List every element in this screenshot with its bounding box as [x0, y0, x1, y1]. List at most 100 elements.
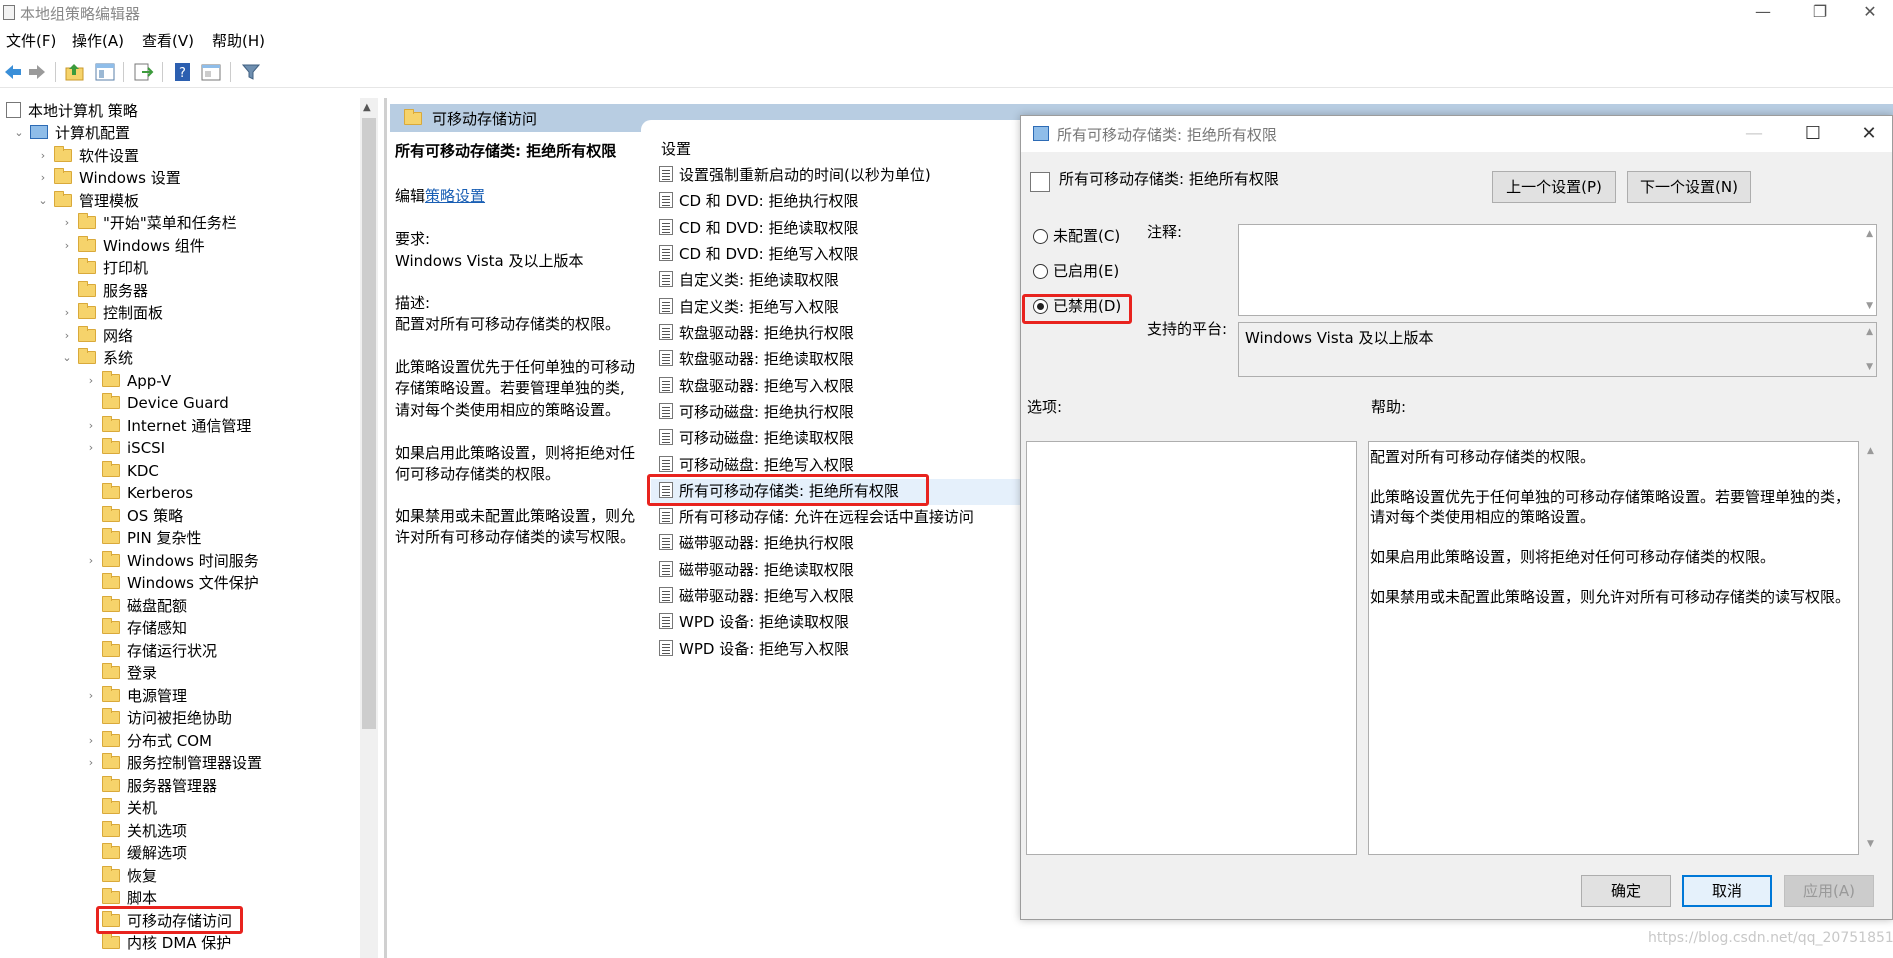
tree-item[interactable]: 存储运行状况 [102, 640, 217, 662]
tree-item[interactable]: › 控制面板 [65, 302, 163, 324]
setting-row[interactable]: 所有可移动存储: 允许在远程会话中直接访问 [659, 506, 974, 528]
setting-row[interactable]: 磁带驱动器: 拒绝读取权限 [659, 559, 854, 581]
tree-item[interactable]: 关机选项 [102, 820, 187, 842]
scroll-down-icon[interactable]: ▼ [1866, 362, 1873, 372]
menu-view[interactable]: 查看(V) [142, 30, 194, 51]
tree-item[interactable]: Device Guard [102, 392, 229, 414]
menu-action[interactable]: 操作(A) [72, 30, 124, 51]
tree-item[interactable]: Windows 文件保护 [102, 572, 259, 594]
setting-row[interactable]: CD 和 DVD: 拒绝读取权限 [659, 217, 858, 239]
tree-item[interactable]: › Windows 组件 [65, 235, 205, 257]
tree-scrollbar[interactable]: ▲ [360, 98, 378, 958]
back-arrow-icon[interactable] [2, 61, 24, 83]
menu-help[interactable]: 帮助(H) [212, 30, 265, 51]
tree-item[interactable]: OS 策略 [102, 505, 183, 527]
help-icon[interactable]: ? [172, 61, 194, 83]
tree-item[interactable]: › 电源管理 [89, 685, 187, 707]
scroll-up-icon[interactable]: ▲ [1866, 229, 1873, 239]
chevron-right-icon[interactable]: › [85, 685, 97, 707]
up-folder-icon[interactable] [64, 61, 86, 83]
chevron-right-icon[interactable]: › [37, 145, 49, 167]
help-scroll-down-icon[interactable]: ▼ [1867, 839, 1874, 849]
next-setting-button[interactable]: 下一个设置(N) [1627, 171, 1751, 203]
tree-item-local-computer-policy[interactable]: 本地计算机 策略 [6, 100, 138, 122]
tree-item[interactable]: › 网络 [65, 325, 133, 347]
tree-item[interactable]: › Windows 设置 [41, 167, 181, 189]
setting-row[interactable]: 设置强制重新启动的时间(以秒为单位) [659, 164, 931, 186]
chevron-right-icon[interactable]: › [85, 437, 97, 459]
dialog-minimize-button[interactable]: — [1739, 122, 1769, 146]
setting-row[interactable]: WPD 设备: 拒绝写入权限 [659, 638, 849, 660]
tree-item[interactable]: › 软件设置 [41, 145, 139, 167]
export-list-icon[interactable] [132, 61, 154, 83]
pane-divider[interactable] [384, 98, 387, 958]
tree-item[interactable]: ⌄ 系统 [62, 347, 133, 369]
tree-item[interactable]: 打印机 [78, 257, 148, 279]
forward-arrow-icon[interactable] [26, 61, 48, 83]
tree-item[interactable]: 磁盘配额 [102, 595, 187, 617]
show-hide-tree-icon[interactable] [94, 61, 116, 83]
setting-row[interactable]: 磁带驱动器: 拒绝执行权限 [659, 532, 854, 554]
setting-row[interactable]: CD 和 DVD: 拒绝执行权限 [659, 190, 858, 212]
setting-row[interactable]: 磁带驱动器: 拒绝写入权限 [659, 585, 854, 607]
setting-row[interactable]: 可移动磁盘: 拒绝读取权限 [659, 427, 854, 449]
tree-item[interactable]: › 分布式 COM [89, 730, 212, 752]
chevron-down-icon[interactable]: ⌄ [37, 190, 49, 212]
scrollbar-thumb[interactable] [362, 118, 376, 729]
chevron-down-icon[interactable]: ⌄ [61, 347, 73, 369]
tree-item[interactable]: PIN 复杂性 [102, 527, 201, 549]
chevron-right-icon[interactable]: › [85, 752, 97, 774]
close-button[interactable]: ✕ [1847, 0, 1893, 26]
tree-item[interactable]: 缓解选项 [102, 842, 187, 864]
chevron-right-icon[interactable]: › [61, 302, 73, 324]
tree-item[interactable]: 服务器管理器 [102, 775, 217, 797]
tree-item[interactable]: 服务器 [78, 280, 148, 302]
tree-item[interactable]: › 服务控制管理器设置 [89, 752, 262, 774]
setting-row[interactable]: CD 和 DVD: 拒绝写入权限 [659, 243, 858, 265]
radio-enabled[interactable]: 已启用(E) [1033, 259, 1119, 283]
chevron-right-icon[interactable]: › [85, 415, 97, 437]
setting-row[interactable]: 软盘驱动器: 拒绝写入权限 [659, 375, 854, 397]
scroll-up-icon[interactable]: ▲ [363, 102, 371, 113]
settings-column-header[interactable]: 设置 [661, 138, 691, 159]
chevron-right-icon[interactable]: › [61, 212, 73, 234]
setting-row[interactable]: 自定义类: 拒绝读取权限 [659, 269, 839, 291]
tree-item[interactable]: › Internet 通信管理 [89, 415, 251, 437]
tree-item[interactable]: 内核 DMA 保护 [102, 932, 231, 954]
properties-icon[interactable] [200, 61, 222, 83]
ok-button[interactable]: 确定 [1581, 875, 1671, 907]
tree-item[interactable]: KDC [102, 460, 159, 482]
tree-item[interactable]: › Windows 时间服务 [89, 550, 259, 572]
comment-textbox[interactable]: ▲ ▼ [1238, 224, 1877, 316]
setting-row[interactable]: 软盘驱动器: 拒绝执行权限 [659, 322, 854, 344]
tree-item[interactable]: 访问被拒绝协助 [102, 707, 232, 729]
setting-row[interactable]: 自定义类: 拒绝写入权限 [659, 296, 839, 318]
chevron-down-icon[interactable]: ⌄ [13, 122, 25, 144]
dialog-maximize-button[interactable]: ☐ [1798, 122, 1828, 146]
restore-button[interactable]: ❐ [1797, 0, 1843, 26]
tree-item[interactable]: ⌄ 管理模板 [38, 190, 139, 212]
tree-item[interactable]: 关机 [102, 797, 157, 819]
edit-policy-link[interactable]: 策略设置 [425, 187, 485, 205]
setting-row[interactable]: WPD 设备: 拒绝读取权限 [659, 611, 849, 633]
radio-button[interactable] [1033, 264, 1048, 279]
tree-item[interactable]: › App-V [89, 370, 171, 392]
tree-item[interactable]: › "开始"菜单和任务栏 [65, 212, 237, 234]
tree-item[interactable]: 存储感知 [102, 617, 187, 639]
scroll-down-icon[interactable]: ▼ [1866, 301, 1873, 311]
setting-row[interactable]: 可移动磁盘: 拒绝执行权限 [659, 401, 854, 423]
help-scroll-up-icon[interactable]: ▲ [1867, 446, 1874, 456]
radio-button[interactable] [1033, 229, 1048, 244]
setting-row[interactable]: 软盘驱动器: 拒绝读取权限 [659, 348, 854, 370]
apply-button[interactable]: 应用(A) [1784, 875, 1874, 907]
tree-item[interactable]: 登录 [102, 662, 157, 684]
dialog-close-button[interactable]: ✕ [1854, 122, 1884, 146]
chevron-right-icon[interactable]: › [85, 370, 97, 392]
chevron-right-icon[interactable]: › [85, 730, 97, 752]
minimize-button[interactable]: — [1740, 0, 1786, 26]
tree-item-computer-config[interactable]: ⌄ 计算机配置 [14, 122, 130, 144]
tree-item[interactable]: › iSCSI [89, 437, 165, 459]
chevron-right-icon[interactable]: › [37, 167, 49, 189]
filter-icon[interactable] [240, 61, 262, 83]
chevron-right-icon[interactable]: › [61, 235, 73, 257]
